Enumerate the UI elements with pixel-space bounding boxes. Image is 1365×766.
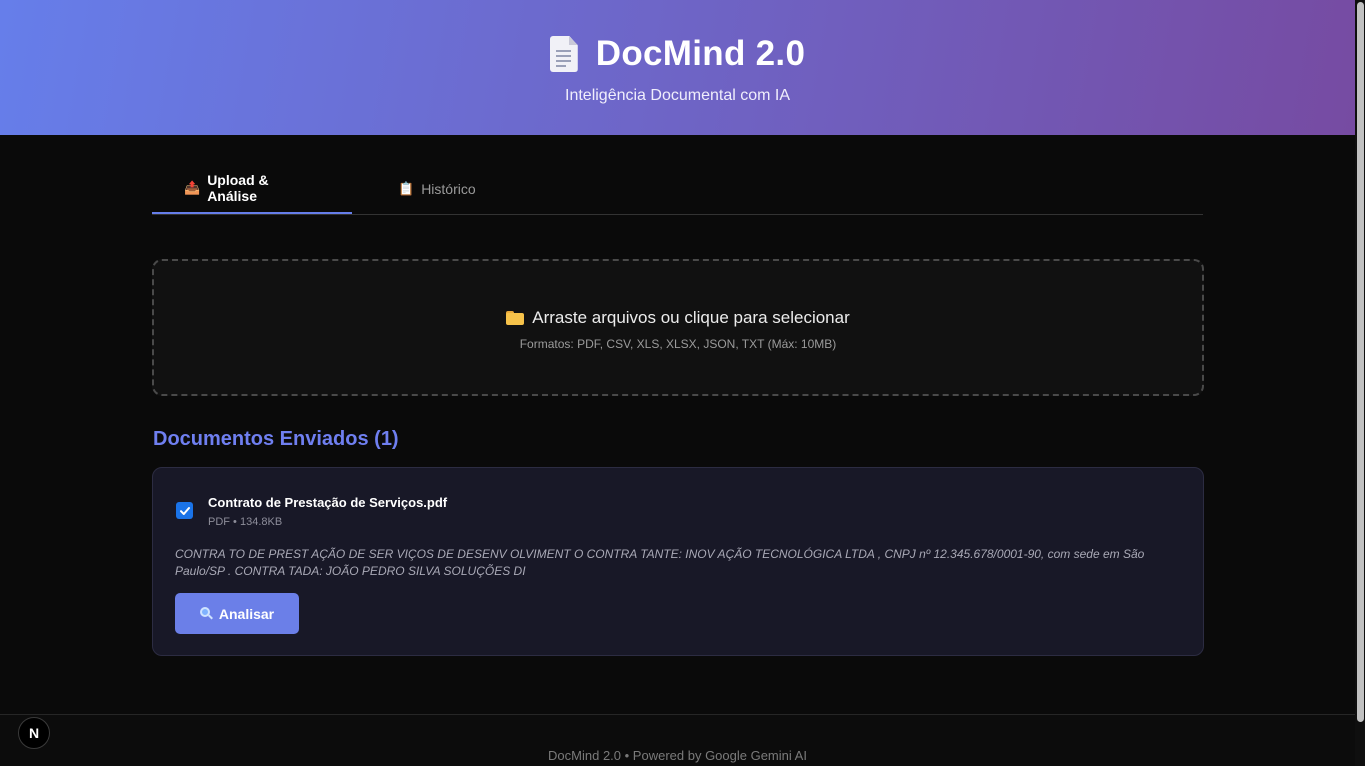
page-scrollbar[interactable] xyxy=(1355,0,1365,766)
footer: DocMind 2.0 • Powered by Google Gemini A… xyxy=(0,714,1355,766)
tab-history[interactable]: 📋 Histórico xyxy=(352,164,508,214)
scrollbar-thumb[interactable] xyxy=(1357,2,1364,722)
tab-label: Upload & Análise xyxy=(207,172,269,204)
documents-section-title: Documentos Enviados (1) xyxy=(153,428,399,450)
document-name: Contrato de Prestação de Serviços.pdf xyxy=(208,495,448,510)
outbox-icon: 📤 xyxy=(184,180,201,195)
document-preview: CONTRA TO DE PREST AÇÃO DE SER VIÇOS DE … xyxy=(175,547,1145,578)
tab-label: Histórico xyxy=(421,181,476,197)
tab-bar: 📤 Upload & Análise 📋 Histórico xyxy=(152,164,1203,215)
file-dropzone[interactable]: Arraste arquivos ou clique para selecion… xyxy=(152,259,1204,396)
app-subtitle: Inteligência Documental com IA xyxy=(565,87,790,104)
title-row: DocMind 2.0 xyxy=(0,34,1355,74)
analyze-button[interactable]: Analisar xyxy=(175,593,299,634)
dropzone-title: Arraste arquivos ou clique para selecion… xyxy=(532,308,850,327)
footer-text: DocMind 2.0 • Powered by Google Gemini A… xyxy=(548,748,807,763)
document-checkbox[interactable] xyxy=(176,502,193,519)
clipboard-icon: 📋 xyxy=(398,181,415,196)
app-title: DocMind 2.0 xyxy=(595,34,806,73)
dev-tools-badge[interactable]: N xyxy=(18,717,50,749)
document-icon xyxy=(549,36,578,72)
dropzone-title-row: Arraste arquivos ou clique para selecion… xyxy=(154,308,1202,328)
document-card: Contrato de Prestação de Serviços.pdf PD… xyxy=(152,467,1204,656)
analyze-button-label: Analisar xyxy=(218,605,275,622)
magnifier-icon xyxy=(199,607,213,620)
app-header: DocMind 2.0 Inteligência Documental com … xyxy=(0,0,1355,135)
dropzone-formats: Formatos: PDF, CSV, XLS, XLSX, JSON, TXT… xyxy=(519,337,837,351)
folder-icon xyxy=(506,311,525,325)
tab-upload-analysis[interactable]: 📤 Upload & Análise xyxy=(152,164,352,214)
document-meta: PDF • 134.8KB xyxy=(208,516,283,528)
checkmark-icon xyxy=(179,506,190,515)
